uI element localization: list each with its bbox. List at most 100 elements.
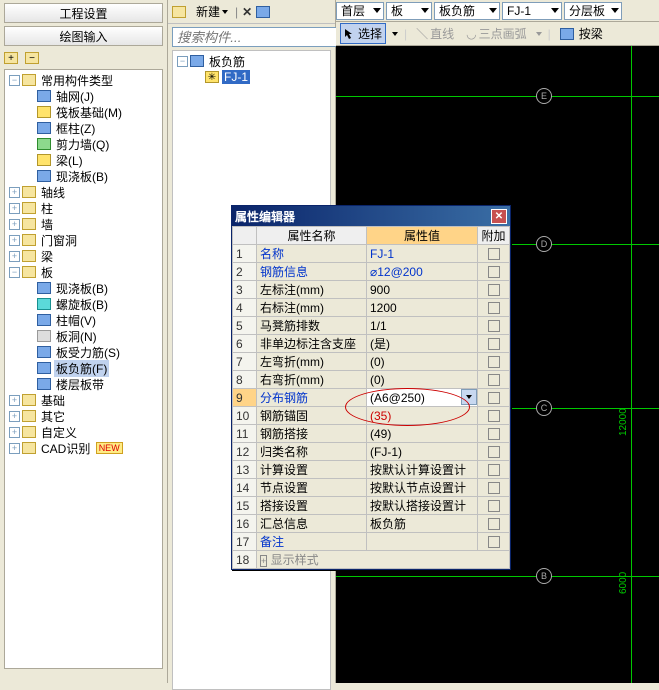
property-name[interactable]: 分布钢筋 bbox=[257, 389, 367, 407]
property-row[interactable]: 5 马凳筋排数 1/1 bbox=[233, 317, 510, 335]
type-select[interactable]: 板负筋 bbox=[434, 2, 500, 20]
expand-icon[interactable]: + bbox=[9, 443, 20, 454]
instance-item[interactable]: ✳FJ-1 bbox=[173, 69, 330, 85]
property-value[interactable]: 1/1 bbox=[367, 317, 478, 335]
tree-item-rebar[interactable]: 板受力筋(S) bbox=[5, 344, 162, 360]
property-row[interactable]: 16 汇总信息 板负筋 bbox=[233, 515, 510, 533]
extra-checkbox[interactable] bbox=[488, 410, 500, 422]
expand-icon[interactable]: + bbox=[9, 251, 20, 262]
instance-root[interactable]: −板负筋 bbox=[173, 53, 330, 69]
floor-select[interactable]: 首层 bbox=[336, 2, 384, 20]
dropdown-button[interactable] bbox=[461, 389, 477, 405]
extra-checkbox[interactable] bbox=[488, 464, 500, 476]
property-name[interactable]: 非单边标注含支座 bbox=[257, 335, 367, 353]
extra-checkbox[interactable] bbox=[488, 320, 500, 332]
value-header[interactable]: 属性值 bbox=[367, 227, 478, 245]
property-row[interactable]: 14 节点设置 按默认节点设置计 bbox=[233, 479, 510, 497]
collapse-icon[interactable]: − bbox=[9, 267, 20, 278]
property-row[interactable]: 11 钢筋搭接 (49) bbox=[233, 425, 510, 443]
display-style-row[interactable]: 显示样式 bbox=[271, 553, 319, 567]
copy-icon[interactable] bbox=[256, 6, 270, 18]
tree-group-beam[interactable]: +梁 bbox=[5, 248, 162, 264]
tree-group-column[interactable]: +柱 bbox=[5, 200, 162, 216]
expand-icon[interactable]: + bbox=[9, 411, 20, 422]
extra-checkbox[interactable] bbox=[488, 338, 500, 350]
property-value[interactable]: 板负筋 bbox=[367, 515, 478, 533]
extra-checkbox[interactable] bbox=[488, 500, 500, 512]
property-name[interactable]: 钢筋锚固 bbox=[257, 407, 367, 425]
property-row[interactable]: 7 左弯折(mm) (0) bbox=[233, 353, 510, 371]
property-value[interactable]: ⌀12@200 bbox=[367, 263, 478, 281]
property-value[interactable] bbox=[367, 533, 478, 551]
expand-displaystyle[interactable]: + bbox=[260, 555, 267, 567]
close-button[interactable]: ✕ bbox=[491, 209, 507, 224]
draw-input-panel[interactable]: 绘图输入 bbox=[4, 26, 163, 46]
property-name[interactable]: 归类名称 bbox=[257, 443, 367, 461]
property-value[interactable]: 1200 bbox=[367, 299, 478, 317]
tree-item-axis[interactable]: 轴网(J) bbox=[5, 88, 162, 104]
extra-checkbox[interactable] bbox=[488, 392, 500, 404]
property-name[interactable]: 汇总信息 bbox=[257, 515, 367, 533]
extra-header[interactable]: 附加 bbox=[478, 227, 510, 245]
property-row[interactable]: 15 搭接设置 按默认搭接设置计 bbox=[233, 497, 510, 515]
tree-item-spiral[interactable]: 螺旋板(B) bbox=[5, 296, 162, 312]
collapse-icon[interactable]: − bbox=[177, 56, 188, 67]
expand-icon[interactable]: + bbox=[9, 203, 20, 214]
property-row[interactable]: 4 右标注(mm) 1200 bbox=[233, 299, 510, 317]
tree-item-column[interactable]: 框柱(Z) bbox=[5, 120, 162, 136]
expand-all-icon[interactable]: + bbox=[4, 52, 18, 64]
new-button[interactable]: 新建 bbox=[193, 2, 231, 21]
tree-item-floorbelt[interactable]: 楼层板带 bbox=[5, 376, 162, 392]
property-row[interactable]: 10 钢筋锚固 (35) bbox=[233, 407, 510, 425]
extra-checkbox[interactable] bbox=[488, 284, 500, 296]
property-name[interactable]: 左标注(mm) bbox=[257, 281, 367, 299]
project-settings-panel[interactable]: 工程设置 bbox=[4, 3, 163, 23]
instance-select[interactable]: FJ-1 bbox=[502, 2, 562, 20]
tree-group-wall[interactable]: +墙 bbox=[5, 216, 162, 232]
property-name[interactable]: 搭接设置 bbox=[257, 497, 367, 515]
tree-group-door[interactable]: +门窗洞 bbox=[5, 232, 162, 248]
property-editor-dialog[interactable]: 属性编辑器 ✕ 属性名称 属性值 附加 1 名称 FJ-1 2 钢筋信息 ⌀12… bbox=[231, 205, 511, 570]
property-row[interactable]: 6 非单边标注含支座 (是) bbox=[233, 335, 510, 353]
property-value[interactable]: (49) bbox=[367, 425, 478, 443]
category-select[interactable]: 板 bbox=[386, 2, 432, 20]
tree-item-slab[interactable]: 现浇板(B) bbox=[5, 168, 162, 184]
property-row[interactable]: 1 名称 FJ-1 bbox=[233, 245, 510, 263]
property-name[interactable]: 名称 bbox=[257, 245, 367, 263]
property-row[interactable]: 17 备注 bbox=[233, 533, 510, 551]
property-row[interactable]: 8 右弯折(mm) (0) bbox=[233, 371, 510, 389]
tree-item-shearwall[interactable]: 剪力墙(Q) bbox=[5, 136, 162, 152]
extra-checkbox[interactable] bbox=[488, 428, 500, 440]
property-name[interactable]: 钢筋搭接 bbox=[257, 425, 367, 443]
tree-item-beam[interactable]: 梁(L) bbox=[5, 152, 162, 168]
property-value[interactable]: 900 bbox=[367, 281, 478, 299]
extra-checkbox[interactable] bbox=[488, 266, 500, 278]
delete-icon[interactable]: ✕ bbox=[242, 5, 252, 19]
property-value[interactable]: (0) bbox=[367, 353, 478, 371]
property-value[interactable]: 按默认节点设置计 bbox=[367, 479, 478, 497]
bybeam-tool[interactable]: 按梁 bbox=[557, 24, 606, 43]
tree-item-negbar[interactable]: 板负筋(F) bbox=[5, 360, 162, 376]
property-value[interactable]: 按默认计算设置计 bbox=[367, 461, 478, 479]
tree-item-cap[interactable]: 柱帽(V) bbox=[5, 312, 162, 328]
property-row[interactable]: 2 钢筋信息 ⌀12@200 bbox=[233, 263, 510, 281]
search-input[interactable] bbox=[172, 27, 361, 47]
tree-root[interactable]: −常用构件类型 bbox=[5, 72, 162, 88]
extra-checkbox[interactable] bbox=[488, 302, 500, 314]
property-name[interactable]: 左弯折(mm) bbox=[257, 353, 367, 371]
component-tree[interactable]: −常用构件类型 轴网(J) 筏板基础(M) 框柱(Z) 剪力墙(Q) 梁(L) … bbox=[4, 69, 163, 669]
property-name[interactable]: 节点设置 bbox=[257, 479, 367, 497]
expand-icon[interactable]: + bbox=[9, 395, 20, 406]
line-tool[interactable]: ＼直线 bbox=[413, 24, 457, 43]
property-row[interactable]: 9 分布钢筋 bbox=[233, 389, 510, 407]
select-tool[interactable]: 选择 bbox=[340, 23, 386, 44]
extra-checkbox[interactable] bbox=[488, 356, 500, 368]
tree-item-slab2[interactable]: 现浇板(B) bbox=[5, 280, 162, 296]
extra-checkbox[interactable] bbox=[488, 374, 500, 386]
property-name[interactable]: 备注 bbox=[257, 533, 367, 551]
arc-tool[interactable]: ◡三点画弧 bbox=[463, 24, 530, 43]
property-name[interactable]: 右弯折(mm) bbox=[257, 371, 367, 389]
tree-group-slab[interactable]: −板 bbox=[5, 264, 162, 280]
property-value[interactable]: FJ-1 bbox=[367, 245, 478, 263]
tree-group-other[interactable]: +其它 bbox=[5, 408, 162, 424]
